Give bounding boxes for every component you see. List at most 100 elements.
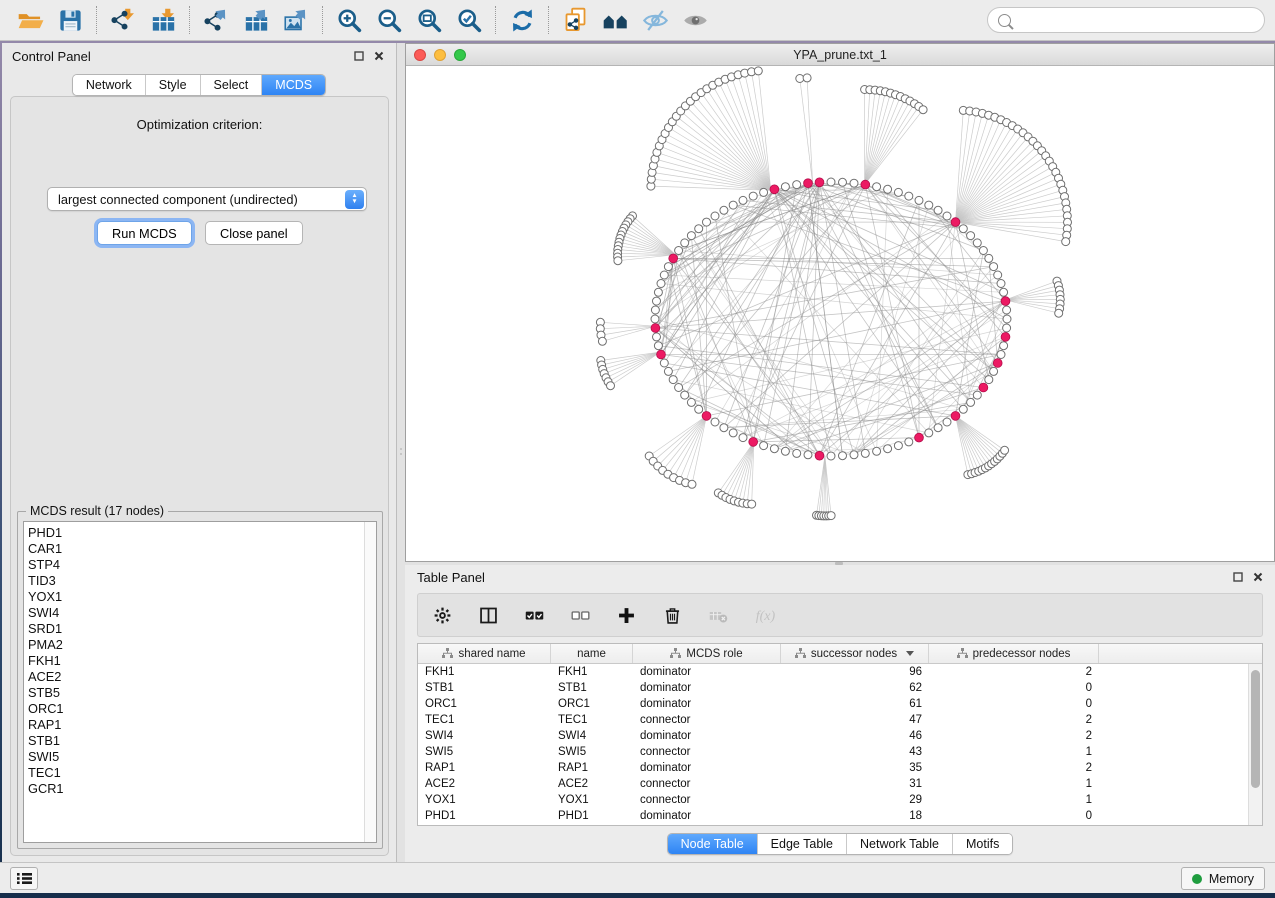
import-network-button[interactable] bbox=[103, 3, 143, 37]
network-node[interactable] bbox=[660, 359, 668, 367]
table-row[interactable]: FKH1FKH1dominator962 bbox=[418, 664, 1262, 680]
table-cell[interactable]: 31 bbox=[781, 776, 929, 792]
add-row-button[interactable] bbox=[614, 603, 638, 627]
column-header-predecessor-nodes[interactable]: predecessor nodes bbox=[929, 644, 1099, 663]
network-node[interactable] bbox=[990, 263, 998, 271]
open-button[interactable] bbox=[10, 3, 50, 37]
export-table-button[interactable] bbox=[236, 3, 276, 37]
float-panel-icon[interactable] bbox=[353, 50, 364, 61]
mcds-result-item[interactable]: ACE2 bbox=[28, 669, 364, 685]
network-node[interactable] bbox=[905, 438, 913, 446]
network-node[interactable] bbox=[675, 247, 683, 255]
network-node-mcds[interactable] bbox=[815, 178, 824, 187]
table-cell[interactable]: SWI4 bbox=[551, 728, 633, 744]
mcds-result-item[interactable]: SRD1 bbox=[28, 621, 364, 637]
network-node[interactable] bbox=[687, 232, 695, 240]
mcds-result-item[interactable]: PHD1 bbox=[28, 525, 364, 541]
table-cell[interactable]: 46 bbox=[781, 728, 929, 744]
network-node[interactable] bbox=[1003, 306, 1011, 314]
network-node[interactable] bbox=[985, 376, 993, 384]
table-cell[interactable]: STB1 bbox=[418, 680, 551, 696]
table-cell[interactable]: 62 bbox=[781, 680, 929, 696]
network-node[interactable] bbox=[739, 434, 747, 442]
show-log-button[interactable] bbox=[10, 867, 38, 890]
table-cell[interactable]: 18 bbox=[781, 808, 929, 824]
network-node[interactable] bbox=[720, 206, 728, 214]
network-node[interactable] bbox=[754, 67, 762, 75]
network-node[interactable] bbox=[873, 183, 881, 191]
mcds-result-item[interactable]: TID3 bbox=[28, 573, 364, 589]
table-cell[interactable]: TEC1 bbox=[418, 712, 551, 728]
network-node[interactable] bbox=[979, 247, 987, 255]
network-node[interactable] bbox=[760, 188, 768, 196]
network-node[interactable] bbox=[598, 337, 606, 345]
search-box[interactable] bbox=[987, 7, 1265, 33]
table-cell[interactable]: 0 bbox=[929, 696, 1099, 712]
close-table-panel-icon[interactable] bbox=[1252, 571, 1263, 582]
network-node[interactable] bbox=[654, 288, 662, 296]
network-node[interactable] bbox=[915, 196, 923, 204]
table-cell[interactable]: PHD1 bbox=[418, 808, 551, 824]
network-node[interactable] bbox=[850, 451, 858, 459]
network-node[interactable] bbox=[711, 418, 719, 426]
column-header-successor-nodes[interactable]: successor nodes bbox=[781, 644, 929, 663]
network-node[interactable] bbox=[919, 106, 927, 114]
node-table[interactable]: shared namenameMCDS rolesuccessor nodesp… bbox=[417, 643, 1263, 826]
network-node[interactable] bbox=[614, 257, 622, 265]
import-table-button[interactable] bbox=[143, 3, 183, 37]
zoom-fit-button[interactable] bbox=[409, 3, 449, 37]
network-node[interactable] bbox=[703, 218, 711, 226]
network-node[interactable] bbox=[925, 429, 933, 437]
network-node-mcds[interactable] bbox=[979, 383, 988, 392]
table-cell[interactable]: 2 bbox=[929, 760, 1099, 776]
network-node[interactable] bbox=[681, 391, 689, 399]
network-node[interactable] bbox=[967, 232, 975, 240]
table-cell[interactable]: dominator bbox=[633, 696, 781, 712]
network-node[interactable] bbox=[997, 351, 1005, 359]
table-cell[interactable]: dominator bbox=[633, 664, 781, 680]
mcds-result-item[interactable]: CAR1 bbox=[28, 541, 364, 557]
table-tab-network-table[interactable]: Network Table bbox=[846, 834, 952, 854]
table-row[interactable]: ACE2ACE2connector311 bbox=[418, 776, 1262, 792]
network-node[interactable] bbox=[1000, 288, 1008, 296]
network-node[interactable] bbox=[664, 367, 672, 375]
table-row[interactable]: STB1STB1dominator620 bbox=[418, 680, 1262, 696]
network-node[interactable] bbox=[861, 449, 869, 457]
select-all-button[interactable] bbox=[522, 603, 546, 627]
network-node-mcds[interactable] bbox=[951, 218, 960, 227]
network-window-titlebar[interactable]: YPA_prune.txt_1 bbox=[406, 44, 1274, 66]
zoom-selected-button[interactable] bbox=[449, 3, 489, 37]
network-node-mcds[interactable] bbox=[657, 350, 666, 359]
mcds-result-item[interactable]: SWI5 bbox=[28, 749, 364, 765]
table-cell[interactable]: 1 bbox=[929, 744, 1099, 760]
deselect-all-button[interactable] bbox=[568, 603, 592, 627]
mcds-result-item[interactable]: TEC1 bbox=[28, 765, 364, 781]
network-node[interactable] bbox=[1062, 238, 1070, 246]
table-tab-node-table[interactable]: Node Table bbox=[668, 834, 757, 854]
table-tab-motifs[interactable]: Motifs bbox=[952, 834, 1012, 854]
network-node[interactable] bbox=[1001, 446, 1009, 454]
table-cell[interactable]: STB1 bbox=[551, 680, 633, 696]
network-node[interactable] bbox=[1055, 309, 1063, 317]
network-node[interactable] bbox=[973, 391, 981, 399]
tab-style[interactable]: Style bbox=[145, 75, 200, 95]
vertical-splitter[interactable] bbox=[397, 43, 405, 862]
export-network-button[interactable] bbox=[196, 3, 236, 37]
network-node[interactable] bbox=[760, 442, 768, 450]
network-canvas-svg[interactable] bbox=[406, 66, 1274, 561]
network-node[interactable] bbox=[749, 192, 757, 200]
network-node-mcds[interactable] bbox=[861, 180, 870, 189]
network-node[interactable] bbox=[653, 297, 661, 305]
network-node[interactable] bbox=[657, 280, 665, 288]
mcds-result-item[interactable]: GCR1 bbox=[28, 781, 364, 797]
network-node[interactable] bbox=[894, 442, 902, 450]
table-cell[interactable]: connector bbox=[633, 776, 781, 792]
settings-button[interactable] bbox=[430, 603, 454, 627]
table-cell[interactable]: ACE2 bbox=[418, 776, 551, 792]
table-cell[interactable]: 43 bbox=[781, 744, 929, 760]
column-header-MCDS-role[interactable]: MCDS role bbox=[633, 644, 781, 663]
network-node[interactable] bbox=[607, 382, 615, 390]
network-node[interactable] bbox=[997, 280, 1005, 288]
network-node[interactable] bbox=[739, 196, 747, 204]
network-node-mcds[interactable] bbox=[815, 451, 824, 460]
